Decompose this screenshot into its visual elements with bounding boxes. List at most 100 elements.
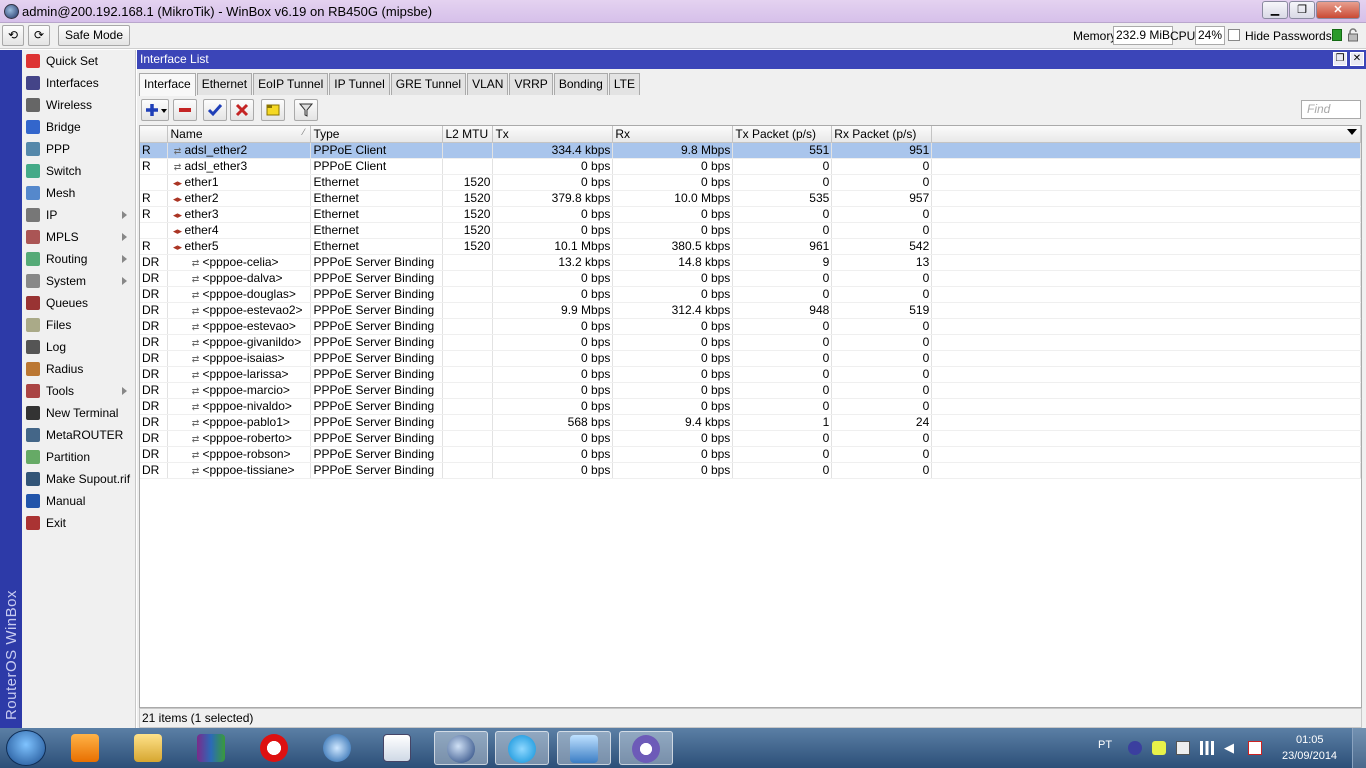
tray-bittorrent-icon[interactable]	[1128, 741, 1142, 755]
cell-mtu	[442, 254, 494, 271]
table-row[interactable]: DR ⇄ <pppoe-larissa> PPPoE Server Binding 0 …	[140, 366, 1361, 383]
tab-lte[interactable]: LTE	[608, 73, 640, 95]
taskbar-notepad[interactable]	[371, 731, 425, 765]
col-header-l2mtu[interactable]: L2 MTU	[442, 126, 494, 143]
table-row[interactable]: ◂▸ ether1 Ethernet 1520 0 bps 0 bps 0 0	[140, 174, 1361, 191]
sidebar-item-switch[interactable]: Switch	[22, 160, 135, 182]
table-row[interactable]: DR ⇄ <pppoe-estevao2> PPPoE Server Binding 9…	[140, 302, 1361, 319]
volume-icon[interactable]: ◀	[1224, 741, 1238, 755]
start-button[interactable]	[6, 730, 46, 766]
taskbar-quicktime[interactable]	[311, 731, 365, 765]
network-signal-icon[interactable]	[1200, 741, 1214, 755]
sidebar-item-wireless[interactable]: Wireless	[22, 94, 135, 116]
taskbar-media-player[interactable]	[59, 731, 113, 765]
close-window-button[interactable]: ✕	[1350, 52, 1364, 66]
table-row[interactable]: DR ⇄ <pppoe-douglas> PPPoE Server Binding 0 …	[140, 286, 1361, 303]
table-row[interactable]: DR ⇄ <pppoe-celia> PPPoE Server Binding 13.2…	[140, 254, 1361, 271]
tab-ethernet[interactable]: Ethernet	[196, 73, 253, 95]
tab-bonding[interactable]: Bonding	[553, 73, 608, 95]
table-row[interactable]: DR ⇄ <pppoe-nivaldo> PPPoE Server Binding 0 …	[140, 398, 1361, 415]
sidebar-item-ip[interactable]: IP	[22, 204, 135, 226]
table-row[interactable]: DR ⇄ <pppoe-tissiane> PPPoE Server Binding 0…	[140, 462, 1361, 479]
taskbar-file-explorer[interactable]	[122, 731, 176, 765]
sidebar-item-exit[interactable]: Exit	[22, 512, 135, 534]
table-row[interactable]: DR ⇄ <pppoe-estevao> PPPoE Server Binding 0 …	[140, 318, 1361, 335]
hide-passwords-checkbox[interactable]	[1228, 29, 1240, 41]
tray-device-icon[interactable]	[1176, 741, 1190, 755]
cell-rx: 0 bps	[612, 462, 734, 479]
table-row[interactable]: R ⇄ adsl_ether2 PPPoE Client 334.4 kbps 9.8 M…	[140, 142, 1361, 159]
action-center-icon[interactable]	[1248, 741, 1262, 755]
col-header-tx-packet[interactable]: Tx Packet (p/s)	[732, 126, 833, 143]
sidebar-item-files[interactable]: Files	[22, 314, 135, 336]
col-header-tx[interactable]: Tx	[492, 126, 614, 143]
taskbar-winrar[interactable]	[185, 731, 239, 765]
sidebar-item-system[interactable]: System	[22, 270, 135, 292]
sidebar-item-make-supout-rif[interactable]: Make Supout.rif	[22, 468, 135, 490]
table-row[interactable]: DR ⇄ <pppoe-marcio> PPPoE Server Binding 0 b…	[140, 382, 1361, 399]
sidebar-item-interfaces[interactable]: Interfaces	[22, 72, 135, 94]
tab-vlan[interactable]: VLAN	[467, 73, 509, 95]
table-row[interactable]: DR ⇄ <pppoe-robson> PPPoE Server Binding 0 b…	[140, 446, 1361, 463]
restore-window-button[interactable]: ❐	[1333, 52, 1347, 66]
table-row[interactable]: R ◂▸ ether3 Ethernet 1520 0 bps 0 bps 0 0	[140, 206, 1361, 223]
taskbar-network-app[interactable]	[557, 731, 611, 765]
sidebar-item-manual[interactable]: Manual	[22, 490, 135, 512]
disable-button[interactable]	[230, 99, 254, 121]
sidebar-item-radius[interactable]: Radius	[22, 358, 135, 380]
sidebar-item-mpls[interactable]: MPLS	[22, 226, 135, 248]
table-row[interactable]: R ◂▸ ether2 Ethernet 1520 379.8 kbps 10.0 Mbps…	[140, 190, 1361, 207]
table-row[interactable]: R ⇄ adsl_ether3 PPPoE Client 0 bps 0 bps 0 0	[140, 158, 1361, 175]
clock-date[interactable]: 23/09/2014	[1282, 750, 1337, 762]
table-row[interactable]: DR ⇄ <pppoe-dalva> PPPoE Server Binding 0 bp…	[140, 270, 1361, 287]
enable-button[interactable]	[203, 99, 227, 121]
sidebar-item-queues[interactable]: Queues	[22, 292, 135, 314]
col-header-rx-packet[interactable]: Rx Packet (p/s)	[831, 126, 933, 143]
table-row[interactable]: R ◂▸ ether5 Ethernet 1520 10.1 Mbps 380.5 kbps…	[140, 238, 1361, 255]
table-row[interactable]: DR ⇄ <pppoe-isaias> PPPoE Server Binding 0 b…	[140, 350, 1361, 367]
close-button[interactable]: ✕	[1316, 1, 1360, 19]
filter-button[interactable]	[294, 99, 318, 121]
sidebar-item-ppp[interactable]: PPP	[22, 138, 135, 160]
undo-button[interactable]: ⟲	[2, 25, 24, 46]
col-header-rx[interactable]: Rx	[612, 126, 734, 143]
table-row[interactable]: DR ⇄ <pppoe-pablo1> PPPoE Server Binding 568…	[140, 414, 1361, 431]
tray-notes-icon[interactable]	[1152, 741, 1166, 755]
sidebar-item-bridge[interactable]: Bridge	[22, 116, 135, 138]
taskbar-bittorrent[interactable]	[619, 731, 673, 765]
col-header-name[interactable]: Name ⁄	[167, 126, 312, 143]
sidebar-item-mesh[interactable]: Mesh	[22, 182, 135, 204]
safe-mode-button[interactable]: Safe Mode	[58, 25, 130, 46]
col-header-type[interactable]: Type	[310, 126, 444, 143]
tab-interface[interactable]: Interface	[139, 73, 196, 96]
sidebar-item-tools[interactable]: Tools	[22, 380, 135, 402]
tab-gre-tunnel[interactable]: GRE Tunnel	[390, 73, 467, 95]
comment-button[interactable]	[261, 99, 285, 121]
sidebar-item-partition[interactable]: Partition	[22, 446, 135, 468]
col-header-flags[interactable]	[140, 126, 169, 143]
column-menu-icon[interactable]	[1347, 129, 1357, 135]
minimize-button[interactable]: ▁	[1262, 1, 1288, 19]
sidebar-item-metarouter[interactable]: MetaROUTER	[22, 424, 135, 446]
sidebar-item-new-terminal[interactable]: New Terminal	[22, 402, 135, 424]
tab-ip-tunnel[interactable]: IP Tunnel	[329, 73, 390, 95]
tab-vrrp[interactable]: VRRP	[509, 73, 553, 95]
table-row[interactable]: DR ⇄ <pppoe-roberto> PPPoE Server Binding 0 …	[140, 430, 1361, 447]
sidebar-item-log[interactable]: Log	[22, 336, 135, 358]
show-desktop-button[interactable]	[1352, 728, 1366, 768]
add-button[interactable]	[141, 99, 169, 121]
taskbar-winbox[interactable]	[434, 731, 488, 765]
sidebar-item-routing[interactable]: Routing	[22, 248, 135, 270]
language-indicator[interactable]: PT	[1098, 739, 1112, 751]
clock-time[interactable]: 01:05	[1296, 734, 1324, 746]
maximize-button[interactable]: ❐	[1289, 1, 1315, 19]
table-row[interactable]: ◂▸ ether4 Ethernet 1520 0 bps 0 bps 0 0	[140, 222, 1361, 239]
remove-button[interactable]	[173, 99, 197, 121]
redo-button[interactable]: ⟳	[28, 25, 50, 46]
find-input[interactable]: Find	[1301, 100, 1361, 119]
taskbar-skype[interactable]	[495, 731, 549, 765]
taskbar-opera[interactable]	[248, 731, 302, 765]
tab-eoip-tunnel[interactable]: EoIP Tunnel	[253, 73, 329, 95]
sidebar-item-quick-set[interactable]: Quick Set	[22, 50, 135, 72]
table-row[interactable]: DR ⇄ <pppoe-givanildo> PPPoE Server Binding…	[140, 334, 1361, 351]
